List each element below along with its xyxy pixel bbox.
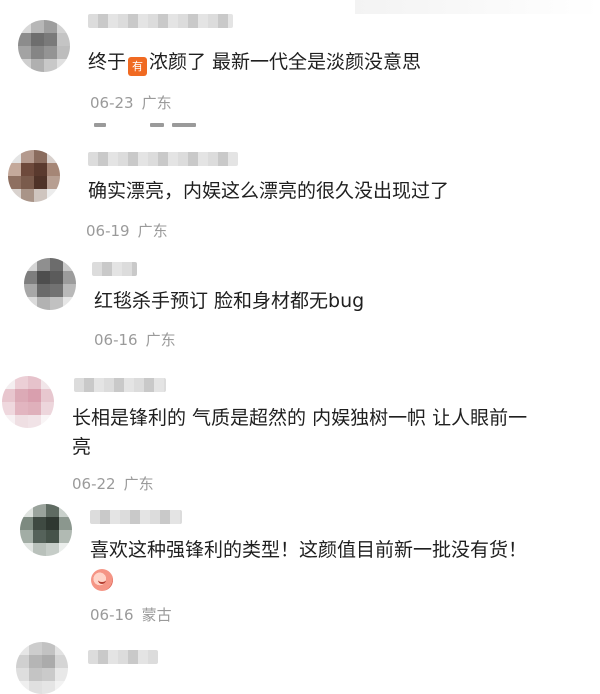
avatar[interactable] [24, 258, 76, 310]
comment-meta: 06-19 广东 [86, 220, 168, 241]
comment-meta: 06-16 广东 [94, 329, 176, 350]
avatar[interactable] [18, 20, 70, 72]
comment-date: 06-23 [90, 94, 134, 112]
comment-date: 06-16 [94, 331, 138, 349]
username-blurred[interactable] [88, 152, 238, 166]
comment-location: 广东 [141, 94, 172, 112]
comment-text: 确实漂亮，内娱这么漂亮的很久没出现过了 [88, 180, 450, 202]
cropped-text-fragment [94, 123, 106, 127]
avatar[interactable] [8, 150, 60, 202]
username-blurred[interactable] [74, 378, 166, 392]
comment-text: 喜欢这种强锋利的类型！这颜值目前新一批没有货！ [90, 539, 528, 561]
comment-text: 红毯杀手预订 脸和身材都无bug [94, 290, 365, 312]
peach-face-emoji-icon [91, 569, 113, 591]
username-blurred[interactable] [90, 510, 182, 524]
username-blurred[interactable] [92, 262, 137, 276]
comment-location: 蒙古 [141, 606, 172, 624]
comment-text: 终于有浓颜了 最新一代全是淡颜没意思 [88, 48, 421, 77]
comment-date: 06-19 [86, 222, 130, 240]
top-edge-fade [355, 0, 600, 14]
comment-location: 广东 [137, 222, 168, 240]
comment-meta: 06-16 蒙古 [90, 604, 172, 625]
tag-badge-icon: 有 [128, 57, 148, 76]
comment-date: 06-16 [90, 606, 134, 624]
comment-date: 06-22 [72, 475, 116, 493]
comment-meta: 06-23 广东 [90, 92, 172, 113]
cropped-text-fragment [172, 123, 196, 127]
comment-location: 广东 [123, 475, 154, 493]
username-blurred[interactable] [88, 650, 158, 664]
avatar[interactable] [16, 642, 68, 694]
cropped-text-fragment [150, 123, 164, 127]
avatar[interactable] [2, 376, 54, 428]
avatar[interactable] [20, 504, 72, 556]
comment-location: 广东 [145, 331, 176, 349]
comment-text: 长相是锋利的 气质是超然的 内娱独树一帜 让人眼前一 亮 [72, 407, 528, 458]
comment-meta: 06-22 广东 [72, 473, 154, 494]
username-blurred[interactable] [88, 14, 233, 28]
